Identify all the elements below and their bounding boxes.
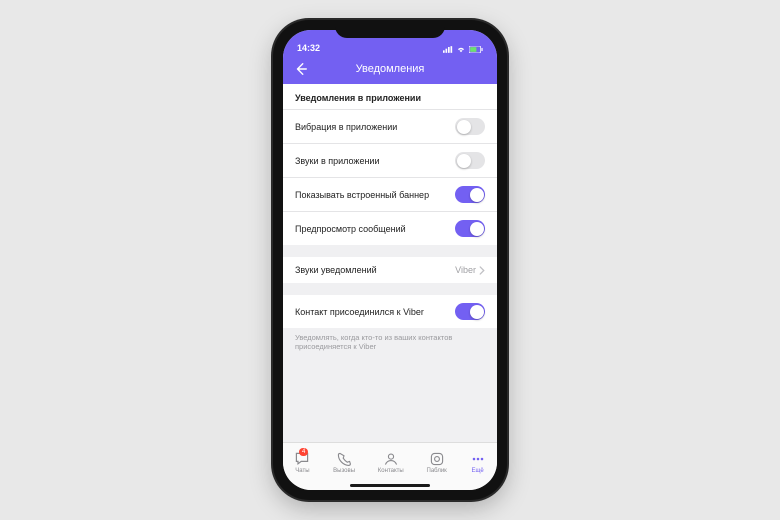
- tab-chats[interactable]: 4 Чаты: [294, 451, 310, 474]
- tab-public[interactable]: Паблик: [427, 451, 447, 474]
- row-label: Звуки в приложении: [295, 156, 379, 166]
- toggle-preview[interactable]: [455, 220, 485, 237]
- row-vibration[interactable]: Вибрация в приложении: [283, 110, 497, 144]
- home-indicator: [350, 484, 430, 487]
- battery-icon: [469, 46, 483, 53]
- status-icons: [443, 46, 483, 53]
- toggle-banner[interactable]: [455, 186, 485, 203]
- tab-label: Ещё: [471, 468, 483, 474]
- contact-icon: [383, 451, 399, 467]
- chevron-right-icon: [479, 266, 485, 275]
- tab-more[interactable]: Ещё: [470, 451, 486, 474]
- row-label: Контакт присоединился к Viber: [295, 307, 424, 317]
- screen: 14:32 Уведомления Уведомления в приложен…: [283, 30, 497, 490]
- header-title: Уведомления: [356, 63, 425, 75]
- status-time: 14:32: [297, 43, 320, 53]
- row-label: Звуки уведомлений: [295, 265, 377, 275]
- row-sounds[interactable]: Звуки в приложении: [283, 144, 497, 178]
- tab-label: Паблик: [427, 468, 447, 474]
- row-label: Показывать встроенный баннер: [295, 190, 429, 200]
- phone-icon: [336, 451, 352, 467]
- toggle-vibration[interactable]: [455, 118, 485, 135]
- row-preview[interactable]: Предпросмотр сообщений: [283, 212, 497, 245]
- tab-label: Контакты: [378, 468, 404, 474]
- settings-group-sounds: Звуки уведомлений Viber: [283, 257, 497, 283]
- tab-contacts[interactable]: Контакты: [378, 451, 404, 474]
- more-icon: [470, 451, 486, 467]
- signal-icon: [443, 46, 453, 53]
- back-button[interactable]: [291, 59, 311, 79]
- row-notif-sounds[interactable]: Звуки уведомлений Viber: [283, 257, 497, 283]
- settings-group-inapp: Уведомления в приложении Вибрация в прил…: [283, 84, 497, 245]
- row-contact-joined[interactable]: Контакт присоединился к Viber: [283, 295, 497, 328]
- helper-text: Уведомлять, когда кто-то из ваших контак…: [283, 328, 497, 361]
- row-banner[interactable]: Показывать встроенный баннер: [283, 178, 497, 212]
- row-value-text: Viber: [455, 265, 476, 275]
- tab-calls[interactable]: Вызовы: [333, 451, 355, 474]
- row-label: Вибрация в приложении: [295, 122, 397, 132]
- phone-frame: 14:32 Уведомления Уведомления в приложен…: [273, 20, 507, 500]
- row-value: Viber: [455, 265, 485, 275]
- tab-bar: 4 Чаты Вызовы Контакты Паблик Ещё: [283, 442, 497, 490]
- nav-header: Уведомления: [283, 54, 497, 84]
- content-area: Уведомления в приложении Вибрация в прил…: [283, 84, 497, 442]
- toggle-sounds[interactable]: [455, 152, 485, 169]
- row-label: Предпросмотр сообщений: [295, 224, 406, 234]
- public-icon: [429, 451, 445, 467]
- notch: [335, 20, 445, 38]
- wifi-icon: [456, 46, 466, 53]
- tab-label: Вызовы: [333, 468, 355, 474]
- tab-label: Чаты: [295, 468, 309, 474]
- back-arrow-icon: [294, 62, 308, 76]
- toggle-contact-joined[interactable]: [455, 303, 485, 320]
- settings-group-contact: Контакт присоединился к Viber: [283, 295, 497, 328]
- section-title: Уведомления в приложении: [283, 84, 497, 110]
